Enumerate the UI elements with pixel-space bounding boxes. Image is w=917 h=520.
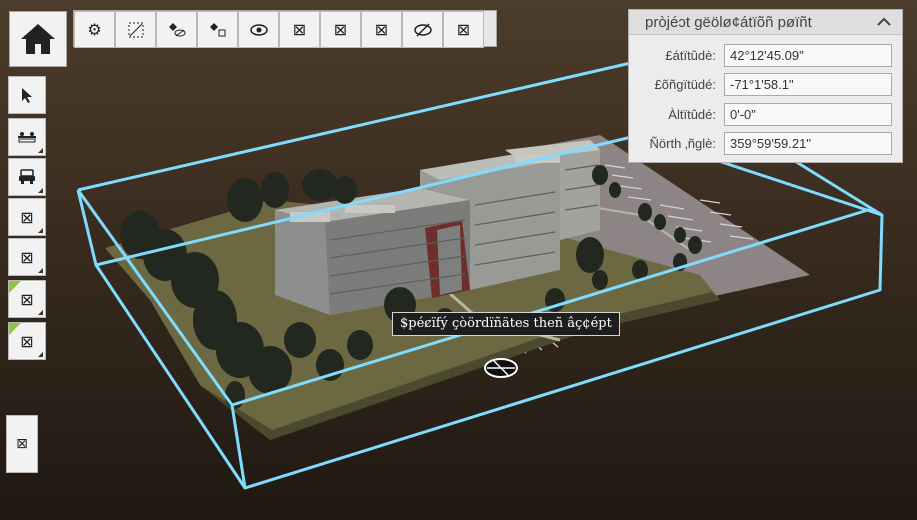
panel-title: pròjéↄt gëölø¢átïõñ pøïñt bbox=[645, 13, 812, 31]
placeholder-icon: ⊠ bbox=[333, 20, 348, 39]
vehicle-tool-button[interactable] bbox=[8, 158, 46, 196]
select-tool-button[interactable] bbox=[8, 76, 46, 114]
side-tool-6[interactable]: ⊠ bbox=[8, 280, 46, 318]
tool-button-10[interactable]: ⊠ bbox=[443, 11, 484, 48]
placeholder-icon: ⊠ bbox=[20, 331, 34, 351]
car-icon bbox=[19, 169, 35, 184]
altitude-label: Àltïtûdé: bbox=[668, 107, 716, 122]
hide-selection-button[interactable] bbox=[156, 11, 197, 48]
box-select-button[interactable] bbox=[115, 11, 156, 48]
target-cursor-icon bbox=[484, 358, 518, 378]
settings-gears-icon: ⚙ bbox=[87, 20, 102, 39]
placeholder-icon: ⊠ bbox=[292, 20, 307, 39]
extra-tool-button[interactable]: ⊠ bbox=[6, 415, 38, 473]
altitude-input[interactable]: 0'-0" bbox=[724, 103, 892, 126]
north-angle-input[interactable]: 359°59'59.21" bbox=[724, 132, 892, 155]
north-angle-label: Ñörth ‚ñglè: bbox=[649, 136, 716, 151]
eye-hidden-icon bbox=[413, 22, 432, 37]
eye-icon bbox=[249, 23, 268, 36]
show-all-button[interactable] bbox=[238, 11, 279, 48]
placeholder-icon: ⊠ bbox=[16, 436, 28, 452]
active-flag bbox=[9, 323, 21, 335]
home-button[interactable] bbox=[9, 11, 67, 67]
tool-button-7[interactable]: ⊠ bbox=[320, 11, 361, 48]
side-tool-5[interactable]: ⊠ bbox=[8, 238, 46, 276]
placeholder-icon: ⊠ bbox=[20, 207, 34, 227]
tool-button-8[interactable]: ⊠ bbox=[361, 11, 402, 48]
geolocation-panel: pròjéↄt gëölø¢átïõñ pøïñt £átïtûdè: 42°1… bbox=[628, 9, 903, 163]
box-select-icon bbox=[128, 22, 143, 37]
isolate-button[interactable] bbox=[197, 11, 238, 48]
top-toolbar: ⚙ ⊠ ⊠ ⊠ ⊠ bbox=[73, 10, 497, 48]
chevron-up-icon[interactable] bbox=[876, 17, 892, 27]
longitude-label: £õñgïtüdé: bbox=[654, 77, 716, 92]
placeholder-icon: ⊠ bbox=[20, 289, 34, 309]
section-tool-button[interactable] bbox=[8, 118, 46, 156]
placeholder-icon: ⊠ bbox=[374, 20, 389, 39]
longitude-input[interactable]: -71°1'58.1" bbox=[724, 73, 892, 96]
panel-header[interactable]: pròjéↄt gëölø¢átïõñ pøïñt bbox=[629, 10, 902, 35]
latitude-row: £átïtûdè: 42°12'45.09" bbox=[629, 44, 904, 68]
north-angle-row: Ñörth ‚ñglè: 359°59'59.21" bbox=[629, 132, 904, 156]
placeholder-icon: ⊠ bbox=[20, 247, 34, 267]
side-tool-4[interactable]: ⊠ bbox=[8, 198, 46, 236]
altitude-row: Àltïtûdé: 0'-0" bbox=[629, 103, 904, 127]
settings-gears-button[interactable]: ⚙ bbox=[74, 11, 115, 48]
side-tool-7[interactable]: ⊠ bbox=[8, 322, 46, 360]
longitude-row: £õñgïtüdé: -71°1'58.1" bbox=[629, 73, 904, 97]
latitude-label: £átïtûdè: bbox=[665, 48, 716, 63]
section-plane-icon bbox=[18, 132, 36, 143]
tool-button-6[interactable]: ⊠ bbox=[279, 11, 320, 48]
hide-selection-icon bbox=[168, 22, 185, 36]
isolate-icon bbox=[209, 22, 225, 36]
active-flag bbox=[9, 281, 21, 293]
latitude-input[interactable]: 42°12'45.09" bbox=[724, 44, 892, 67]
home-icon bbox=[21, 24, 55, 54]
instruction-tooltip: $péȼïfý çòördïñätes theñ âç¢épt bbox=[392, 312, 620, 336]
placeholder-icon: ⊠ bbox=[456, 20, 471, 39]
hide-button[interactable] bbox=[402, 11, 443, 48]
pointer-icon bbox=[22, 88, 32, 103]
